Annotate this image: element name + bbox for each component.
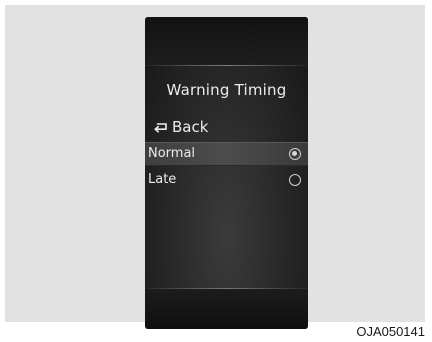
cluster-display: Warning Timing Back Normal Late — [145, 17, 308, 329]
radio-unselected-icon — [289, 174, 301, 186]
return-arrow-icon — [154, 123, 167, 133]
option-late[interactable]: Late — [145, 169, 308, 193]
back-label: Back — [172, 118, 209, 136]
option-label: Late — [148, 172, 177, 187]
back-button[interactable]: Back — [153, 117, 208, 137]
display-header-band — [145, 17, 308, 65]
header-divider — [145, 65, 308, 66]
option-normal[interactable]: Normal — [145, 142, 308, 166]
radio-dot — [292, 151, 297, 156]
figure-code: OJA050141 — [356, 324, 425, 339]
menu-title: Warning Timing — [166, 81, 287, 99]
option-label: Normal — [148, 146, 196, 161]
display-footer-band — [145, 289, 308, 329]
radio-selected-icon — [289, 148, 301, 160]
